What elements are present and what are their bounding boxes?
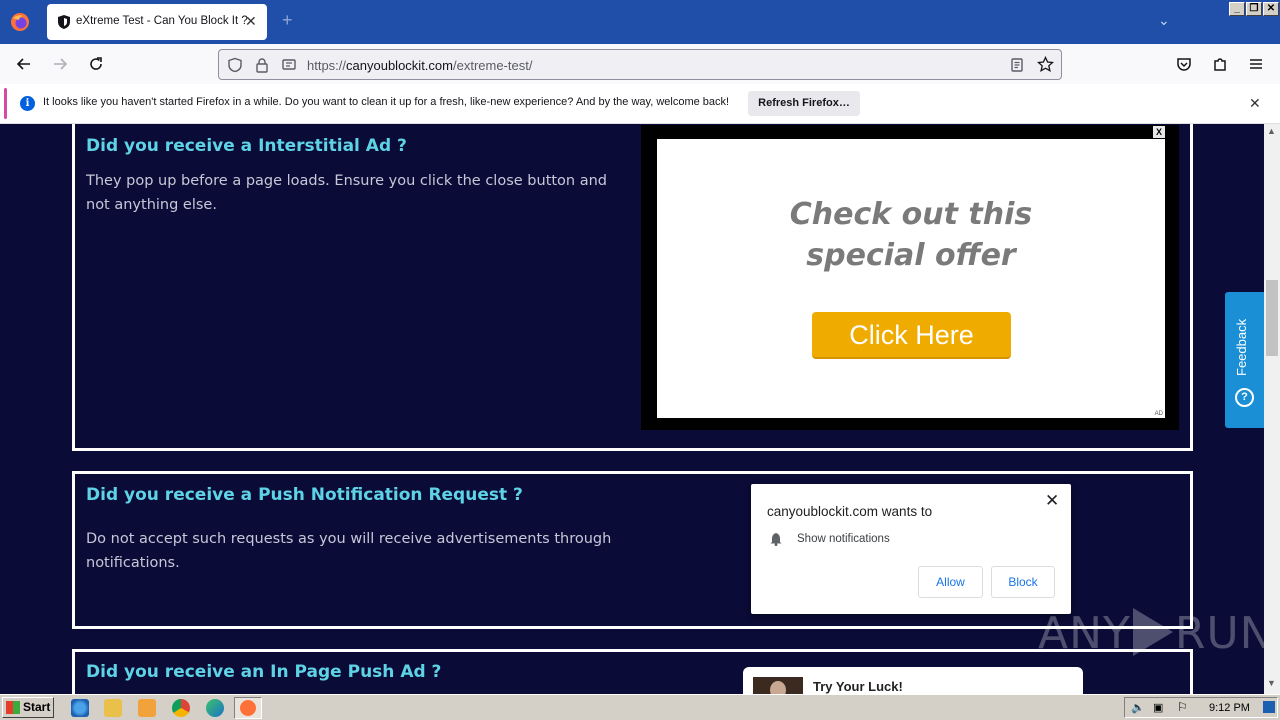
tracking-protection-shield-icon[interactable] xyxy=(227,57,243,73)
taskbar-clock[interactable]: 9:12 PM xyxy=(1209,702,1250,714)
bookmark-star-icon[interactable] xyxy=(1037,56,1054,73)
section-description: Do not accept such requests as you will … xyxy=(86,531,612,571)
tab-extreme-test[interactable]: eXtreme Test - Can You Block It ? ✕ xyxy=(47,4,267,40)
section-heading: Did you receive an In Page Push Ad ? xyxy=(86,662,442,682)
pocket-icon[interactable] xyxy=(1175,55,1193,73)
network-icon[interactable]: ▣ xyxy=(1153,701,1163,714)
file-explorer-icon[interactable] xyxy=(104,699,122,717)
system-tray: 🔈 ▣ ⚐ 9:12 PM xyxy=(1124,697,1278,718)
play-icon xyxy=(1132,608,1173,656)
firefox-taskbar-button[interactable] xyxy=(234,697,262,719)
list-all-tabs-chevron-icon[interactable]: ⌄ xyxy=(1158,12,1170,29)
firefox-logo-icon[interactable] xyxy=(10,12,30,32)
url-scheme: https:// xyxy=(307,58,347,73)
browser-titlebar: eXtreme Test - Can You Block It ? ✕ + ⌄ … xyxy=(0,0,1280,44)
notification-message: It looks like you haven't started Firefo… xyxy=(43,96,730,108)
notification-permission-dialog: canyoublockit.com wants to ✕ Show notifi… xyxy=(751,484,1071,614)
firefox-refresh-notification: i It looks like you haven't started Fire… xyxy=(0,84,1280,124)
reader-view-icon[interactable] xyxy=(1009,57,1025,73)
url-path: /extreme-test/ xyxy=(452,58,533,73)
ad-thumbnail-image xyxy=(753,677,803,694)
url-text[interactable]: https://canyoublockit.com/extreme-test/ xyxy=(307,58,532,73)
ad-close-button[interactable]: X xyxy=(1153,126,1165,138)
notification-accent-strip xyxy=(4,88,7,119)
page-scrollbar[interactable]: ▲ ▼ xyxy=(1264,124,1280,694)
volume-icon[interactable]: 🔈 xyxy=(1131,701,1145,714)
notification-close-icon[interactable]: ✕ xyxy=(1249,95,1261,112)
scroll-up-arrow-icon[interactable]: ▲ xyxy=(1267,126,1276,136)
section-heading: Did you receive a Push Notification Requ… xyxy=(86,485,523,505)
page-viewport: Did you receive a Interstitial Ad ? They… xyxy=(0,124,1264,694)
ad-click-here-button[interactable]: Click Here xyxy=(812,312,1011,359)
forward-arrow-icon[interactable] xyxy=(51,55,69,73)
anyrun-watermark: ANY RUN xyxy=(1038,608,1264,659)
edge-icon[interactable] xyxy=(206,699,224,717)
permission-dialog-title: canyoublockit.com wants to xyxy=(767,504,933,519)
in-page-push-ad[interactable]: Try Your Luck! xyxy=(743,667,1083,694)
tab-close-icon[interactable]: ✕ xyxy=(245,13,257,30)
allow-button[interactable]: Allow xyxy=(918,566,983,598)
windows-logo-icon xyxy=(6,701,20,714)
info-icon: i xyxy=(20,96,35,111)
internet-explorer-icon[interactable] xyxy=(71,699,89,717)
windows-taskbar: Start 🔈 ▣ ⚐ 9:12 PM xyxy=(0,694,1280,720)
reload-icon[interactable] xyxy=(87,55,105,73)
permission-dialog-close-icon[interactable]: ✕ xyxy=(1045,491,1059,511)
ad-label: AD xyxy=(1154,411,1163,417)
navigation-toolbar: https://canyoublockit.com/extreme-test/ xyxy=(0,44,1280,84)
watermark-right-text: RUN xyxy=(1174,608,1264,659)
in-page-ad-title: Try Your Luck! xyxy=(813,679,903,694)
start-button[interactable]: Start xyxy=(2,697,54,718)
feedback-tab[interactable]: Feedback ? xyxy=(1225,292,1264,428)
ad-content[interactable]: Check out this special offer Click Here … xyxy=(657,139,1165,418)
media-player-icon[interactable] xyxy=(138,699,156,717)
window-restore-button[interactable]: ❐ xyxy=(1246,2,1262,16)
interstitial-ad-section: Did you receive a Interstitial Ad ? They… xyxy=(72,124,1193,451)
window-minimize-button[interactable]: _ xyxy=(1229,2,1245,16)
ad-headline-line-1: Check out this xyxy=(789,197,1033,232)
new-tab-button[interactable]: + xyxy=(282,10,293,31)
scroll-down-arrow-icon[interactable]: ▼ xyxy=(1267,678,1276,688)
padlock-icon[interactable] xyxy=(254,57,270,73)
bell-icon xyxy=(770,533,782,546)
tab-title: eXtreme Test - Can You Block It ? xyxy=(76,15,248,27)
address-bar[interactable]: https://canyoublockit.com/extreme-test/ xyxy=(218,49,1062,80)
watermark-left-text: ANY xyxy=(1038,608,1131,659)
ad-headline: Check out this special offer xyxy=(657,194,1165,276)
window-close-button[interactable]: ✕ xyxy=(1263,2,1279,16)
shield-icon xyxy=(58,15,70,29)
chrome-icon[interactable] xyxy=(172,699,190,717)
firefox-icon xyxy=(240,700,256,716)
show-desktop-icon[interactable] xyxy=(1263,701,1275,713)
extensions-puzzle-icon[interactable] xyxy=(1211,55,1229,73)
interstitial-ad-frame[interactable]: Check out this special offer Click Here … xyxy=(641,125,1179,430)
refresh-firefox-button[interactable]: Refresh Firefox… xyxy=(748,91,860,116)
permissions-icon[interactable] xyxy=(281,57,297,73)
feedback-question-icon: ? xyxy=(1235,388,1254,407)
hamburger-menu-icon[interactable] xyxy=(1247,55,1265,73)
url-domain: canyoublockit.com xyxy=(346,58,453,73)
back-arrow-icon[interactable] xyxy=(15,55,33,73)
ad-headline-line-2: special offer xyxy=(806,238,1016,273)
section-heading: Did you receive a Interstitial Ad ? xyxy=(86,136,407,156)
block-button[interactable]: Block xyxy=(991,566,1055,598)
permission-description: Show notifications xyxy=(797,533,890,545)
section-description: They pop up before a page loads. Ensure … xyxy=(86,173,608,213)
start-label: Start xyxy=(23,700,51,714)
action-center-flag-icon[interactable]: ⚐ xyxy=(1177,700,1188,714)
scrollbar-thumb[interactable] xyxy=(1266,280,1278,356)
feedback-label: Feedback xyxy=(1234,318,1249,376)
